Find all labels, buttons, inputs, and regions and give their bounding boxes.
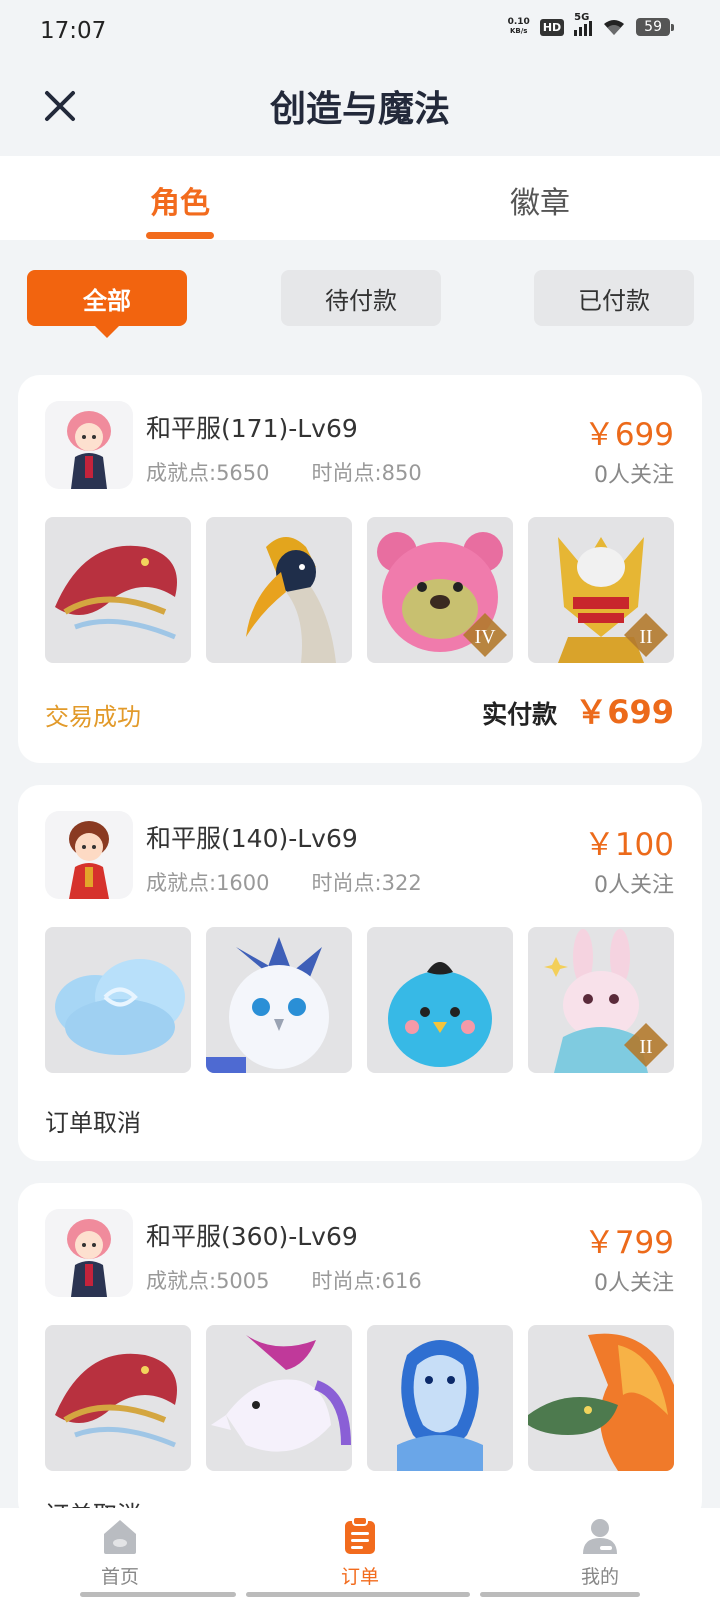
fashion-points: 时尚点:850 — [311, 461, 422, 485]
stats: 成就点:1600 时尚点:322 — [146, 867, 422, 897]
tier-badge-icon: II — [624, 1023, 668, 1067]
avatar — [45, 1209, 133, 1297]
order-status: 订单取消 — [45, 1109, 141, 1137]
filter-paid-button[interactable]: 已付款 — [534, 270, 694, 326]
nav-home-label: 首页 — [100, 1566, 139, 1588]
nav-orders-label: 订单 — [340, 1566, 379, 1588]
status-bar: 17:07 0.10 KB/s HD 5G 59 — [0, 0, 720, 66]
hd-icon: HD — [539, 18, 565, 36]
item-thumbnails — [45, 1325, 674, 1471]
item-thumbnail-golden-armor[interactable]: II — [528, 517, 674, 663]
achievement-points: 成就点:1600 — [146, 871, 270, 895]
fashion-points: 时尚点:616 — [311, 1269, 422, 1293]
server-title: 和平服(360)-Lv69 — [146, 1222, 358, 1251]
status-time: 17:07 — [40, 18, 107, 44]
order-card[interactable]: 和平服(171)-Lv69 成就点:5650 时尚点:850 ￥699 0人关注 — [18, 375, 702, 763]
item-thumbnail-white-deer[interactable] — [206, 1325, 352, 1471]
filter-all-button[interactable]: 全部 — [27, 270, 187, 338]
svg-text:IV: IV — [474, 626, 496, 648]
avatar — [45, 811, 133, 899]
item-thumbnail-pink-rabbit[interactable]: II — [528, 927, 674, 1073]
followers-count: 0人关注 — [594, 873, 674, 898]
svg-text:II: II — [639, 626, 652, 648]
order-status: 交易成功 — [45, 703, 141, 731]
home-icon — [104, 1520, 136, 1554]
price: ￥699 — [583, 417, 674, 453]
tier-badge-icon: II — [624, 613, 668, 657]
gesture-bar — [480, 1592, 640, 1597]
orders-icon — [345, 1516, 375, 1554]
nav-mine-label: 我的 — [580, 1566, 619, 1588]
page-title: 创造与魔法 — [269, 89, 450, 130]
profile-icon — [583, 1519, 617, 1554]
paid-amount: ￥699 — [575, 693, 674, 731]
nav-home[interactable]: 首页 — [60, 1516, 180, 1589]
wifi-icon — [604, 20, 625, 35]
item-thumbnail-blue-dragon[interactable] — [367, 1325, 513, 1471]
price: ￥799 — [583, 1225, 674, 1261]
item-thumbnail-pink-bear[interactable]: IV — [367, 517, 513, 663]
achievement-points: 成就点:5005 — [146, 1269, 270, 1293]
item-thumbnail-red-dragon[interactable] — [45, 1325, 191, 1471]
item-thumbnails: II — [45, 927, 674, 1073]
header: 创造与魔法 — [0, 66, 720, 156]
fashion-points: 时尚点:322 — [311, 871, 422, 895]
followers-count: 0人关注 — [594, 1271, 674, 1296]
order-card[interactable]: 和平服(360)-Lv69 成就点:5005 时尚点:616 ￥799 0人关注 — [18, 1183, 702, 1529]
stats: 成就点:5005 时尚点:616 — [146, 1265, 422, 1295]
tab-bar: 角色 徽章 — [0, 156, 720, 240]
order-card[interactable]: 和平服(140)-Lv69 成就点:1600 时尚点:322 ￥100 0人关注 — [18, 785, 702, 1161]
svg-text:II: II — [639, 1036, 652, 1058]
server-title: 和平服(140)-Lv69 — [146, 824, 358, 853]
tier-badge-icon: IV — [463, 613, 507, 657]
avatar — [45, 401, 133, 489]
nav-orders[interactable]: 订单 — [300, 1516, 420, 1589]
gesture-bar — [246, 1592, 470, 1597]
status-icons: 0.10 KB/s HD 5G 59 — [507, 12, 674, 36]
item-thumbnail-hornbill[interactable] — [206, 517, 352, 663]
bottom-navigation: 首页 订单 我的 — [0, 1508, 720, 1600]
paid-amount-row: 实付款 ￥699 — [482, 687, 674, 733]
stats: 成就点:5650 时尚点:850 — [146, 457, 422, 487]
nav-mine[interactable]: 我的 — [540, 1516, 660, 1589]
signal-icon: 5G — [574, 12, 593, 36]
price: ￥100 — [583, 827, 674, 863]
tab-active-indicator — [146, 232, 214, 239]
achievement-points: 成就点:5650 — [146, 461, 270, 485]
gesture-bar — [80, 1592, 236, 1597]
item-thumbnail-white-owl[interactable] — [206, 927, 352, 1073]
item-thumbnail-fire-dragon[interactable] — [528, 1325, 674, 1471]
item-thumbnail-red-dragon[interactable] — [45, 517, 191, 663]
tab-roles[interactable]: 角色 — [140, 178, 220, 222]
tab-badges[interactable]: 徽章 — [500, 178, 580, 222]
filter-pending-button[interactable]: 待付款 — [281, 270, 441, 326]
item-thumbnail-blue-bird[interactable] — [367, 927, 513, 1073]
item-thumbnails: IV II — [45, 517, 674, 663]
paid-label: 实付款 — [482, 700, 558, 729]
server-title: 和平服(171)-Lv69 — [146, 414, 358, 443]
network-speed: 0.10 KB/s — [507, 17, 530, 36]
item-thumbnail-cloud[interactable] — [45, 927, 191, 1073]
battery-icon: 59 — [636, 18, 674, 36]
followers-count: 0人关注 — [594, 463, 674, 488]
